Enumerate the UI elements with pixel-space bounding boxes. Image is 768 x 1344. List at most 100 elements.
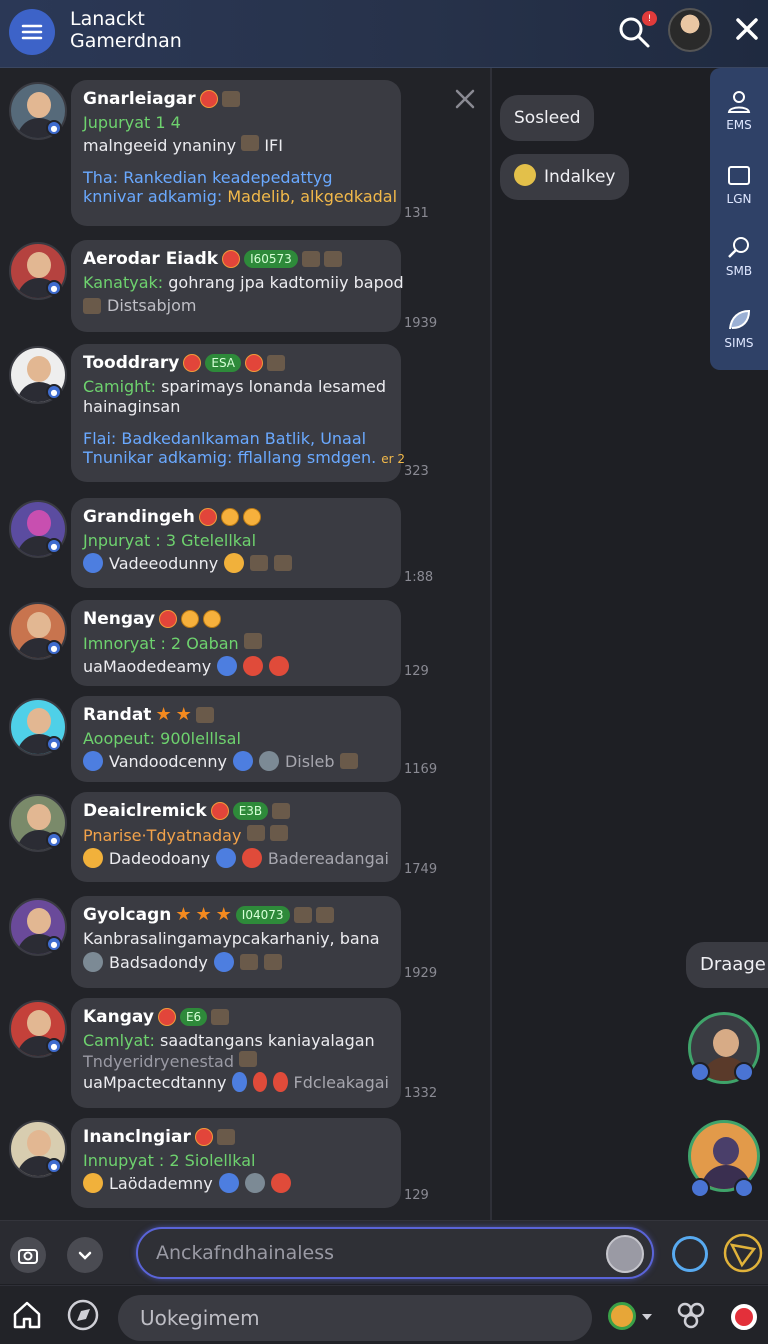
message-bubble[interactable]: Gnarleiagar Jupuryat 1 4 malngeeid ynani… <box>71 80 401 226</box>
channel-chip[interactable]: Sosleed <box>500 95 595 141</box>
fire-icon <box>252 1072 268 1092</box>
meta-line: Vandoodcenny Disleb <box>83 751 389 771</box>
bird-icon <box>195 707 214 723</box>
tab-ems[interactable]: EMS <box>710 88 768 132</box>
user-icon <box>727 91 751 113</box>
user-name[interactable]: Nengay <box>83 609 155 629</box>
record-icon[interactable] <box>672 1236 708 1272</box>
title-line-2: Gamerdnan <box>70 30 182 52</box>
emoji-icon <box>159 610 178 628</box>
user-name[interactable]: Gyolcagn <box>83 905 171 925</box>
drag-handle[interactable]: Draage <box>686 942 768 988</box>
user-name[interactable]: Grandingeh <box>83 507 195 527</box>
status-line: Pnarise·Tdyatnaday <box>83 825 389 845</box>
meta-line: Vadeeodunny <box>83 553 389 573</box>
tab-sims[interactable]: SIMS <box>710 306 768 350</box>
level-tag: E3B <box>232 802 269 820</box>
menu-button[interactable] <box>9 9 55 55</box>
status-line: Camlyat: saadtangans kaniayalagan <box>83 1031 375 1050</box>
role-badge-icon: ● <box>46 936 62 952</box>
role-badge-icon <box>734 1062 754 1082</box>
role-badge-icon: ● <box>46 640 62 656</box>
message-bubble[interactable]: Randat ★ ★ Aoopeut: 900lelllsal Vandoodcen… <box>71 696 401 782</box>
sparkle-icon <box>263 954 282 970</box>
emoji-icon <box>198 508 217 526</box>
message-bubble[interactable]: Tooddrary ESA Camight: sparimays lonanda … <box>71 344 406 482</box>
send-icon[interactable] <box>722 1232 764 1274</box>
user-name[interactable]: Kangay <box>83 1007 154 1027</box>
quote-line-2: Tnunikar adkamig: fflallang smdgen. er 2 <box>83 448 406 467</box>
role-badge-icon <box>690 1062 710 1082</box>
burst-icon <box>243 633 262 649</box>
bird-icon <box>83 553 103 573</box>
star-icon: ★ <box>215 904 232 925</box>
user-name[interactable]: Randat <box>83 705 151 725</box>
attach-button[interactable] <box>10 1237 46 1273</box>
timestamp: 1749 <box>404 862 438 877</box>
bee-icon <box>272 803 291 819</box>
level-tag: I04073 <box>235 906 290 924</box>
message-bubble[interactable]: Inanclngiar Innupyat : 2 Siolellkal Laöd… <box>71 1118 401 1208</box>
status-line: Camight: sparimays lonanda lesamed <box>83 377 387 396</box>
smile-icon <box>83 848 103 868</box>
user-name[interactable]: Tooddrary <box>83 353 179 373</box>
status-icon[interactable] <box>608 1302 636 1330</box>
tab-smb[interactable]: SMB <box>710 234 768 278</box>
meta-line: Badsadondy <box>83 952 389 972</box>
role-badge-icon: ● <box>46 736 62 752</box>
hamburger-icon <box>21 24 43 40</box>
emoji-icon <box>242 508 261 526</box>
message-bubble[interactable]: Grandingeh Jnpuryat : 3 Gtelellkal Vadee… <box>71 498 401 588</box>
record-status-icon[interactable] <box>731 1304 757 1330</box>
bottom-nav: Uokegimem <box>0 1285 768 1344</box>
fire-icon <box>270 1173 291 1193</box>
fire-icon <box>269 656 290 676</box>
expand-button[interactable] <box>67 1237 103 1273</box>
meta-line: uaMpactecdtanny Fdcleakagai <box>83 1072 389 1092</box>
message-bubble[interactable]: Nengay Imnoryat : 2 Oaban uaMaodedeamy <box>71 600 401 686</box>
role-badge-icon: ● <box>46 1158 62 1174</box>
message-bubble[interactable]: Deaiclremick E3B Pnarise·Tdyatnaday Dadeo… <box>71 792 401 882</box>
fire-icon <box>241 848 262 868</box>
side-tab-bar: EMS LGN SMB SIMS <box>710 68 768 370</box>
user-name[interactable]: Inanclngiar <box>83 1127 191 1147</box>
ninja-icon <box>246 825 265 841</box>
tool-icon <box>241 135 260 151</box>
bird-icon <box>218 1173 239 1193</box>
user-name[interactable]: Aerodar Eiadk <box>83 249 218 269</box>
timestamp: 131 <box>404 206 429 221</box>
tab-lgn[interactable]: LGN <box>710 162 768 206</box>
channel-chip[interactable]: Indalkey <box>500 154 630 200</box>
search-input[interactable]: Uokegimem <box>118 1295 592 1341</box>
user-name[interactable]: Deaiclremick <box>83 801 207 821</box>
explore-icon[interactable] <box>66 1298 100 1332</box>
close-icon[interactable] <box>730 12 764 46</box>
user-name[interactable]: Gnarleiagar <box>83 89 196 109</box>
bee-icon <box>211 1009 230 1025</box>
dismiss-icon[interactable] <box>452 86 478 112</box>
status-line: Kanatyak: gohrang jpa kadtomiiy bapod <box>83 273 404 292</box>
helmet-icon <box>301 251 320 267</box>
fire-icon <box>243 656 264 676</box>
flag-icon <box>239 1051 258 1067</box>
settings-icon[interactable] <box>674 1298 708 1332</box>
role-badge-icon <box>734 1178 754 1198</box>
role-badge-icon: ● <box>46 832 62 848</box>
home-icon[interactable] <box>10 1298 44 1332</box>
chevron-down-icon <box>78 1251 92 1260</box>
chest-icon <box>340 753 359 769</box>
bird-icon <box>221 91 240 107</box>
message-bubble[interactable]: Kangay E6 Camlyat: saadtangans kaniayalag… <box>71 998 401 1108</box>
message-bubble[interactable]: Aerodar Eiadk I60573 Kanatyak: gohrang jp… <box>71 240 404 332</box>
star-icon: ★ <box>175 904 192 925</box>
caret-down-icon[interactable] <box>640 1312 654 1322</box>
timestamp: 1:88 <box>404 570 434 585</box>
profile-avatar[interactable] <box>668 8 712 52</box>
emoji-picker-icon[interactable] <box>606 1235 644 1273</box>
message-input[interactable]: Anckafndhainaless <box>136 1227 654 1279</box>
timestamp: 129 <box>404 664 429 679</box>
message-bubble[interactable]: Gyolcagn ★ ★ ★ I04073 Kanbrasalingamaypcakar… <box>71 896 401 988</box>
status-line: Aoopeut: 900lelllsal <box>83 729 241 748</box>
quote-line: Flai: Badkedanlkaman Batlik, Unaal <box>83 429 367 448</box>
composer-bar: Anckafndhainaless <box>0 1220 768 1284</box>
